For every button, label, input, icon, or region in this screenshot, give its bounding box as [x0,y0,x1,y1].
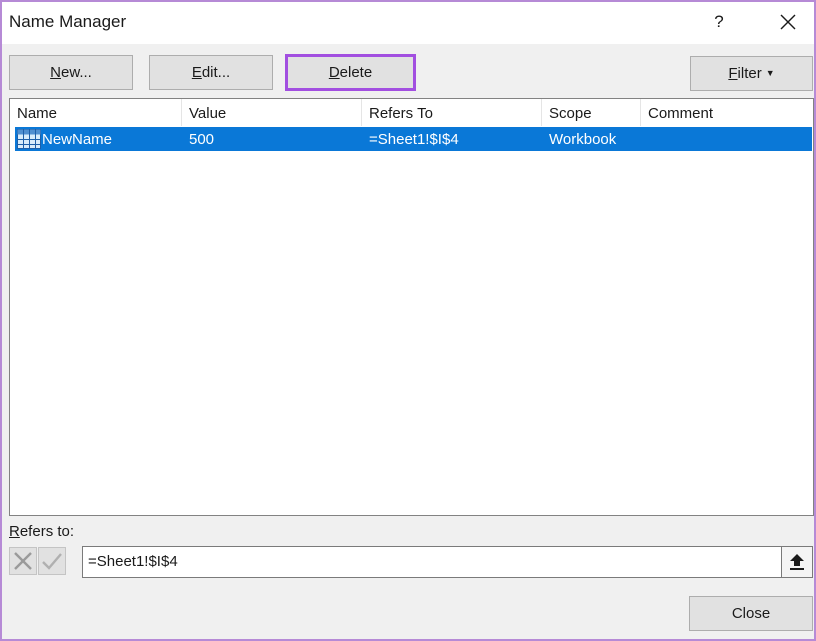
delete-button-mnemonic: D [328,64,340,81]
column-header-name[interactable]: Name [10,99,182,126]
close-button[interactable]: Close [689,596,813,631]
help-button[interactable]: ? [702,6,736,38]
column-header-comment[interactable]: Comment [641,99,813,126]
names-list[interactable]: Name Value Refers To Scope Comment NewNa… [9,98,814,516]
delete-button-label: elete [339,64,373,81]
name-manager-dialog: Name Manager ? New... Edit... Delete Fil… [0,0,816,641]
refers-to-mnemonic: R [9,523,20,540]
new-button-label: ew... [60,64,92,81]
list-header: Name Value Refers To Scope Comment [10,99,813,126]
collapse-arrow-up-icon [790,554,804,570]
title-bar: Name Manager ? [2,2,814,44]
new-button-mnemonic: N [50,64,61,81]
row-refers-to: =Sheet1!$I$4 [369,131,459,148]
edit-button-mnemonic: E [191,64,202,81]
column-header-value[interactable]: Value [182,99,362,126]
row-scope: Workbook [549,131,617,148]
refers-to-field[interactable]: =Sheet1!$I$4 [82,546,782,578]
refers-to-label: Refers to: [9,523,74,540]
row-name: NewName [42,131,113,148]
named-range-grid-icon [17,129,41,149]
cancel-x-icon [14,552,32,570]
dialog-title: Name Manager [9,12,127,31]
edit-button-label: dit... [201,64,231,81]
column-header-scope[interactable]: Scope [542,99,641,126]
cancel-edit-button[interactable] [9,547,37,575]
checkmark-icon [42,553,62,570]
row-value: 500 [189,131,215,148]
collapse-dialog-button[interactable] [781,546,813,578]
filter-button-label: ilter [737,65,762,82]
confirm-edit-button[interactable] [38,547,66,575]
delete-button[interactable]: Delete [285,54,416,91]
filter-button[interactable]: Filter ▼ [690,56,813,91]
column-header-refers-to[interactable]: Refers To [362,99,542,126]
close-icon[interactable] [770,8,806,38]
edit-button[interactable]: Edit... [149,55,273,90]
new-button[interactable]: New... [9,55,133,90]
caret-down-icon: ▼ [765,68,775,78]
refers-to-label-text: efers to: [19,523,75,540]
table-row[interactable]: NewName 500 =Sheet1!$I$4 Workbook [15,127,812,151]
filter-button-mnemonic: F [728,65,738,82]
